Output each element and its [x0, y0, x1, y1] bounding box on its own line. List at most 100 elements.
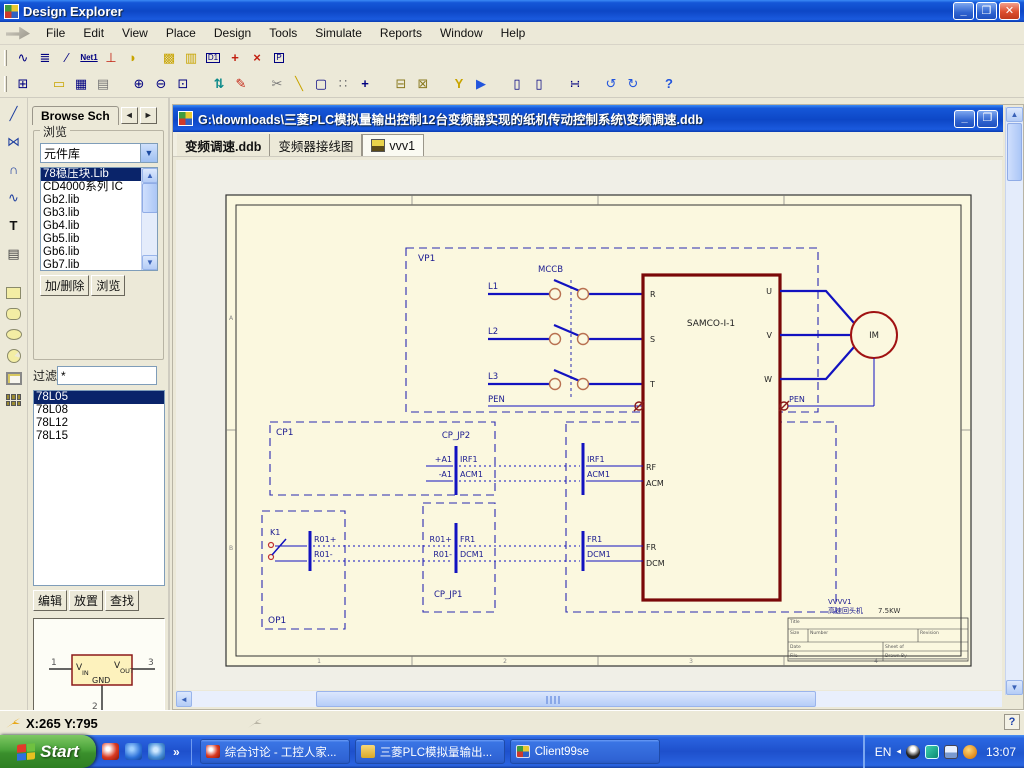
- tray-messenger-icon[interactable]: [925, 745, 939, 759]
- tab-bianpinqi-jiexiantu[interactable]: 变频器接线图: [270, 134, 362, 156]
- sheet-entry-icon[interactable]: ▥: [180, 48, 202, 68]
- arc-tool-icon[interactable]: ∩: [4, 160, 24, 179]
- language-indicator[interactable]: EN: [875, 745, 892, 759]
- toolbar-grip2[interactable]: [4, 76, 7, 92]
- menu-reports[interactable]: Reports: [372, 23, 430, 43]
- wire-tool-icon[interactable]: ∿: [12, 48, 34, 68]
- component-item[interactable]: 78L15: [34, 430, 164, 443]
- open-icon[interactable]: ▭: [48, 74, 70, 94]
- restore-button[interactable]: ❐: [976, 2, 997, 20]
- picture-tool-icon[interactable]: [6, 372, 22, 385]
- bus-tool-icon[interactable]: ≣: [34, 48, 56, 68]
- power-port-icon[interactable]: ⊥: [100, 48, 122, 68]
- library-item[interactable]: Gb7.lib: [41, 259, 157, 271]
- no-erc-icon[interactable]: ×: [246, 48, 268, 68]
- menu-window[interactable]: Window: [432, 23, 491, 43]
- find-button[interactable]: 查找: [105, 590, 139, 611]
- workspace-b-icon[interactable]: ⊠: [412, 74, 434, 94]
- quicklaunch-ie-icon[interactable]: [125, 743, 142, 760]
- vscroll-thumb[interactable]: [1007, 123, 1022, 181]
- zoom-out-icon[interactable]: ⊖: [150, 74, 172, 94]
- menu-tools[interactable]: Tools: [261, 23, 305, 43]
- wand-icon[interactable]: ✎: [230, 74, 252, 94]
- text-frame-tool-icon[interactable]: ▤: [4, 244, 24, 263]
- hscroll-thumb[interactable]: [316, 691, 816, 707]
- panel-next-arrow[interactable]: ►: [140, 107, 157, 124]
- cutter-icon[interactable]: ✂: [266, 74, 288, 94]
- library-item[interactable]: Gb5.lib: [41, 233, 157, 246]
- pencil-icon[interactable]: ╲: [288, 74, 310, 94]
- port-icon[interactable]: D1: [206, 53, 220, 63]
- print-icon[interactable]: ▤: [92, 74, 114, 94]
- ellipse-tool-icon[interactable]: [6, 329, 22, 340]
- zoom-in-icon[interactable]: ⊕: [128, 74, 150, 94]
- doc-minimize-button[interactable]: _: [954, 110, 975, 128]
- quicklaunch-globe-icon[interactable]: [148, 743, 165, 760]
- browse-button[interactable]: 浏览: [91, 275, 125, 296]
- menu-view[interactable]: View: [114, 23, 156, 43]
- library-combobox[interactable]: 元件库 ▼: [40, 143, 158, 163]
- tab-bianpin-tiaosu[interactable]: 变频调速.ddb: [177, 134, 270, 156]
- tray-update-icon[interactable]: [963, 745, 977, 759]
- menu-file[interactable]: File: [38, 23, 73, 43]
- component-item[interactable]: 78L08: [34, 404, 164, 417]
- tab-vvv1[interactable]: vvv1: [362, 134, 424, 156]
- toolbar-grip[interactable]: [4, 50, 7, 66]
- library-item[interactable]: Gb6.lib: [41, 246, 157, 259]
- panel-tab-browse-sch[interactable]: Browse Sch: [32, 106, 119, 125]
- menu-place[interactable]: Place: [158, 23, 204, 43]
- close-button[interactable]: ✕: [999, 2, 1020, 20]
- net-label-icon[interactable]: Net1: [80, 54, 97, 62]
- text-tool-icon[interactable]: T: [4, 216, 24, 235]
- undo-icon[interactable]: ↺: [600, 74, 622, 94]
- scroll-down-icon[interactable]: ▼: [142, 255, 158, 270]
- edit-button[interactable]: 编辑: [33, 590, 67, 611]
- junction-icon[interactable]: +: [224, 48, 246, 68]
- menu-help[interactable]: Help: [493, 23, 534, 43]
- array-tool-icon[interactable]: [6, 394, 22, 406]
- move-icon[interactable]: +: [354, 74, 376, 94]
- menu-edit[interactable]: Edit: [75, 23, 112, 43]
- pie-tool-icon[interactable]: [7, 349, 21, 363]
- sheet-symbol-icon[interactable]: ▩: [158, 48, 180, 68]
- task-folder-mitsubishi-plc[interactable]: 三菱PLC模拟量输出...: [355, 739, 505, 764]
- tray-network-icon[interactable]: [944, 745, 958, 759]
- workspace-a-icon[interactable]: ⊟: [390, 74, 412, 94]
- library-b-icon[interactable]: ▯: [528, 74, 550, 94]
- polygon-tool-icon[interactable]: ⋈: [4, 132, 24, 151]
- component-item[interactable]: 78L05: [34, 391, 164, 404]
- rearrange-icon[interactable]: ∷: [332, 74, 354, 94]
- menu-design[interactable]: Design: [206, 23, 259, 43]
- filter-input[interactable]: [57, 366, 157, 385]
- filter-list-icon[interactable]: ∺: [564, 74, 586, 94]
- component-list[interactable]: 78L05 78L08 78L12 78L15: [33, 390, 165, 586]
- library-a-icon[interactable]: ▯: [506, 74, 528, 94]
- bezier-tool-icon[interactable]: ∿: [4, 188, 24, 207]
- quicklaunch-overflow-chevron[interactable]: »: [173, 745, 180, 759]
- hierarchy-updown-icon[interactable]: ⇅: [208, 74, 230, 94]
- tray-qq-icon[interactable]: [906, 745, 920, 759]
- schematic-canvas[interactable]: 1 2 3 4 A B VP1 CP1 OP1 CP: [176, 160, 1002, 690]
- library-item[interactable]: Gb4.lib: [41, 220, 157, 233]
- library-scrollbar[interactable]: ▲ ▼: [141, 168, 157, 270]
- add-remove-button[interactable]: 加/删除: [40, 275, 89, 296]
- start-button[interactable]: Start: [0, 735, 96, 768]
- rounded-rect-tool-icon[interactable]: [6, 308, 21, 320]
- scroll-thumb[interactable]: [142, 183, 158, 213]
- menu-simulate[interactable]: Simulate: [307, 23, 370, 43]
- help-icon[interactable]: ?: [658, 74, 680, 94]
- rectangle-tool-icon[interactable]: [6, 287, 21, 299]
- simulate-run-icon[interactable]: ▶: [470, 74, 492, 94]
- run-tool-icon[interactable]: Y: [448, 74, 470, 94]
- minimize-button[interactable]: _: [953, 2, 974, 20]
- place-part-icon[interactable]: ◗: [122, 48, 144, 68]
- status-help-button[interactable]: ?: [1004, 714, 1020, 730]
- vscroll-down-icon[interactable]: ▼: [1006, 680, 1023, 695]
- library-item[interactable]: CD4000系列 IC: [41, 181, 157, 194]
- browse-tree-icon[interactable]: ⊞: [12, 74, 34, 94]
- task-client99se[interactable]: Client99se: [510, 739, 660, 764]
- library-item[interactable]: Gb3.lib: [41, 207, 157, 220]
- vscroll-up-icon[interactable]: ▲: [1006, 107, 1023, 122]
- redo-icon[interactable]: ↻: [622, 74, 644, 94]
- doc-horizontal-scrollbar[interactable]: ◄: [176, 691, 1002, 707]
